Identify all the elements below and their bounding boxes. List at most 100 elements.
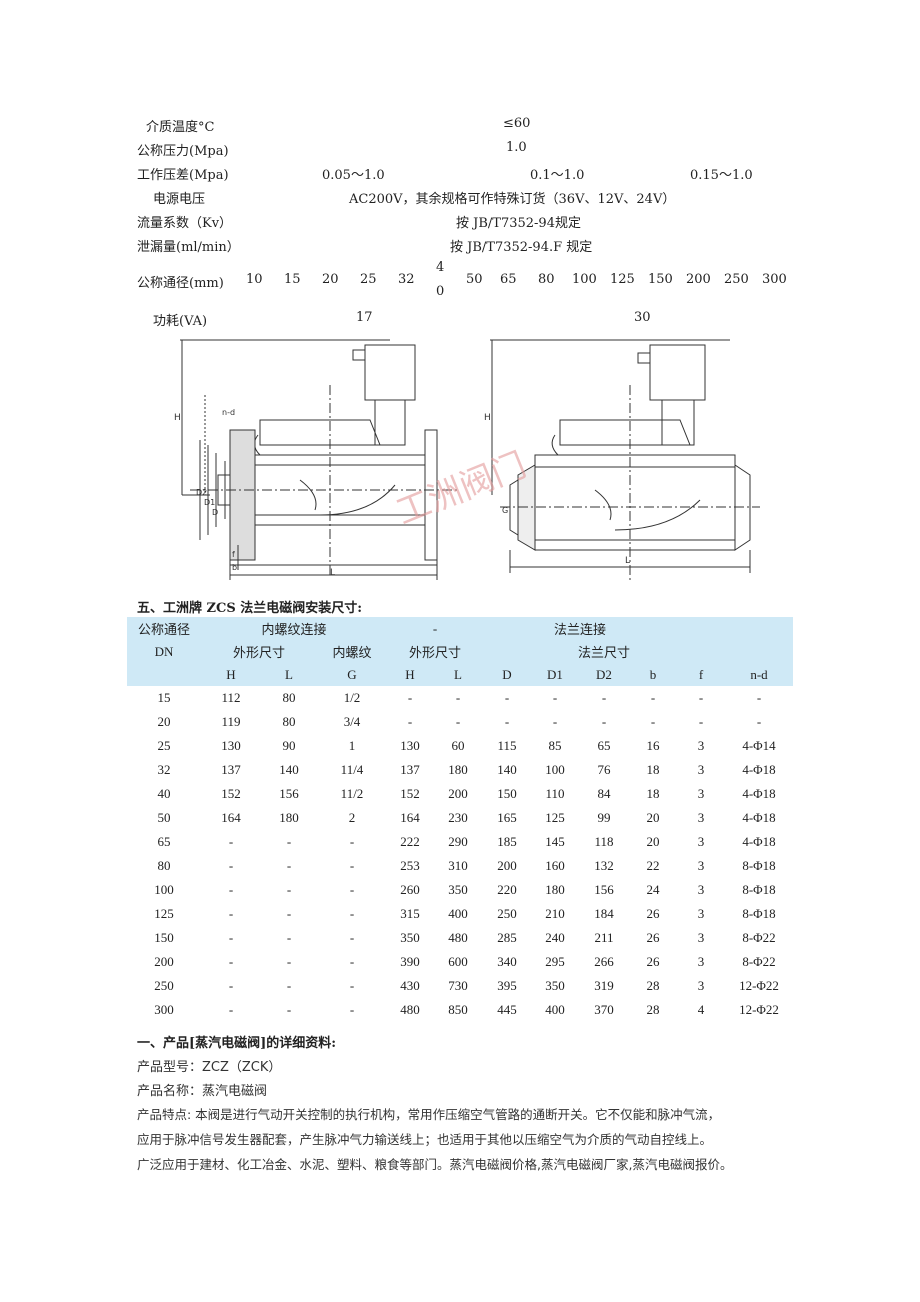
table-cell: 15	[157, 690, 171, 705]
table-cell: 480	[400, 1002, 420, 1017]
table-cell: 3	[697, 762, 705, 777]
product-name: 产品名称：蒸汽电磁阀	[137, 1084, 268, 1099]
table-cell: 4	[697, 1002, 705, 1017]
table-cell: -	[228, 882, 234, 897]
table-cell: 65	[157, 834, 171, 849]
table-cell: -	[756, 690, 762, 705]
table-cell: 3	[697, 786, 705, 801]
table-cell: 8-Φ18	[742, 882, 776, 897]
table-cell: 185	[497, 834, 517, 849]
table-row: 200 - - - 390 600 340 295 266 26 3 8-Φ22	[127, 950, 793, 974]
power-value-2: 30	[634, 310, 651, 325]
table-cell: 3	[697, 906, 705, 921]
table-cell: 140	[497, 762, 517, 777]
col-g: G	[317, 663, 387, 686]
table-cell: -	[349, 1002, 355, 1017]
table-cell: -	[504, 714, 510, 729]
voltage-label: 电源电压	[153, 192, 206, 207]
table-cell: 18	[646, 762, 660, 777]
table-cell: 4-Φ18	[742, 762, 776, 777]
table-cell: 85	[548, 738, 562, 753]
table-cell: 130	[400, 738, 420, 753]
table-cell: -	[286, 954, 292, 969]
table-cell: 22	[646, 858, 660, 873]
table-cell: 90	[282, 738, 296, 753]
bore-125: 125	[610, 272, 635, 287]
bore-15: 15	[284, 272, 301, 287]
table-cell: 8-Φ18	[742, 858, 776, 873]
table-cell: 100	[154, 882, 174, 897]
table-cell: 12-Φ22	[739, 1002, 779, 1017]
table-cell: 18	[646, 786, 660, 801]
header-dn: DN	[127, 640, 201, 663]
product-feature-line-3: 广泛应用于建材、化工冶金、水泥、塑料、粮食等部门。蒸汽电磁阀价格,蒸汽电磁阀厂家…	[137, 1157, 733, 1172]
table-cell: 165	[497, 810, 517, 825]
table-cell: 152	[400, 786, 420, 801]
table-cell: 3	[697, 810, 705, 825]
table-cell: 24	[646, 882, 660, 897]
table-cell: 310	[448, 858, 468, 873]
table-row: 65 - - - 222 290 185 145 118 20 3 4-Φ18	[127, 830, 793, 854]
table-cell: -	[286, 858, 292, 873]
table-cell: 180	[448, 762, 468, 777]
table-cell: 220	[497, 882, 517, 897]
dim-label-f: f	[232, 550, 235, 559]
table-row: 40 152 156 11/2 152 200 150 110 84 18 3 4-Φ18	[127, 782, 793, 806]
table-cell: 3	[697, 978, 705, 993]
table-title: 五、工洲牌 ZCS 法兰电磁阀安装尺寸:	[137, 601, 363, 616]
table-cell: 3	[697, 930, 705, 945]
table-cell: -	[286, 978, 292, 993]
table-cell: 4-Φ18	[742, 810, 776, 825]
table-cell: 84	[597, 786, 611, 801]
col-h: H	[201, 663, 261, 686]
flow-value: 按 JB/T7352-94规定	[456, 216, 581, 231]
table-cell: 118	[594, 834, 614, 849]
table-row: 150 - - - 350 480 285 240 211 26 3 8-Φ22	[127, 926, 793, 950]
table-cell: -	[650, 690, 656, 705]
table-cell: 156	[594, 882, 614, 897]
product-feature-line-2: 应用于脉冲信号发生器配套，产生脉冲气力输送线上；也适用于其他以压缩空气为介质的气…	[137, 1132, 713, 1147]
table-cell: 11/4	[340, 762, 364, 777]
table-cell: -	[349, 906, 355, 921]
bore-10: 10	[246, 272, 263, 287]
table-cell: 350	[545, 978, 565, 993]
table-cell: 25	[157, 738, 171, 753]
diff-value-1: 0.05～1.0	[322, 168, 385, 183]
table-cell: 119	[221, 714, 241, 729]
table-cell: -	[601, 714, 607, 729]
table-row: 32 137 140 11/4 137 180 140 100 76 18 3 4-Φ18	[127, 758, 793, 782]
bore-300: 300	[762, 272, 787, 287]
table-cell: -	[601, 690, 607, 705]
table-cell: -	[228, 906, 234, 921]
table-cell: 180	[279, 810, 299, 825]
leak-value: 按 JB/T7352-94.F 规定	[450, 240, 593, 255]
table-cell: 222	[400, 834, 420, 849]
dim-label-nd: n-d	[222, 408, 235, 417]
table-cell: 20	[646, 810, 660, 825]
table-row: 125 - - - 315 400 250 210 184 26 3 8-Φ18	[127, 902, 793, 926]
table-row: 250 - - - 430 730 395 350 319 28 3 12-Φ22	[127, 974, 793, 998]
table-cell: 3	[697, 834, 705, 849]
table-row: 25 130 90 1 130 60 115 85 65 16 3 4-Φ14	[127, 734, 793, 758]
table-cell: -	[455, 714, 461, 729]
header-dash: -	[387, 617, 483, 640]
table-cell: 150	[154, 930, 174, 945]
table-cell: 253	[400, 858, 420, 873]
table-header-row-1: 公称通径 内螺纹连接 - 法兰连接	[127, 617, 793, 640]
table-cell: 250	[154, 978, 174, 993]
table-cell: 445	[497, 1002, 517, 1017]
bore-100: 100	[572, 272, 597, 287]
table-cell: 3/4	[343, 714, 361, 729]
table-cell: 1	[348, 738, 356, 753]
table-cell: 50	[157, 810, 171, 825]
table-cell: 137	[400, 762, 420, 777]
product-feature-line-1: 产品特点: 本阀是进行气动开关控制的执行机构，常用作压缩空气管路的通断开关。它不…	[137, 1107, 721, 1122]
bore-40-top: 4	[436, 260, 445, 275]
dim-label-h-left: H	[174, 413, 181, 423]
table-cell: -	[349, 954, 355, 969]
table-cell: 26	[646, 906, 660, 921]
table-cell: 100	[545, 762, 565, 777]
table-cell: -	[552, 714, 558, 729]
table-cell: -	[286, 834, 292, 849]
table-cell: 3	[697, 954, 705, 969]
